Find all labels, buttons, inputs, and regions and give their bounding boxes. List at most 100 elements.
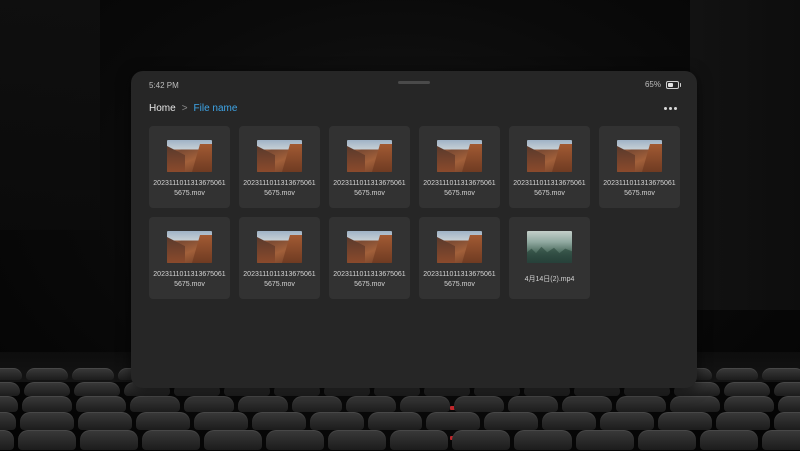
seat bbox=[72, 368, 114, 380]
video-thumbnail-canyon bbox=[617, 140, 662, 172]
chevron-right-icon: > bbox=[181, 103, 188, 114]
seat bbox=[78, 412, 132, 430]
file-name-line-2: 5675.mov bbox=[624, 189, 655, 197]
seat bbox=[600, 412, 654, 430]
seat bbox=[454, 396, 504, 412]
seat bbox=[238, 396, 288, 412]
seat-row bbox=[0, 412, 800, 430]
file-name: 2023111011313675061 5675.mov bbox=[241, 179, 319, 198]
file-name-line-2: 5675.mov bbox=[174, 280, 205, 288]
file-name: 2023111011313675061 5675.mov bbox=[421, 270, 499, 289]
seat bbox=[80, 430, 138, 450]
file-tile[interactable]: 2023111011313675061 5675.mov bbox=[419, 126, 500, 208]
file-name-line-2: 5675.mov bbox=[354, 280, 385, 288]
seat bbox=[508, 396, 558, 412]
file-browser-window: 5:42 PM 65% Home > File name 20231110113… bbox=[131, 71, 697, 388]
file-name-line-2: 5675.mov bbox=[444, 280, 475, 288]
battery-status: 65% bbox=[644, 80, 681, 89]
dot bbox=[669, 107, 672, 110]
file-name-line-2: 5675.mov bbox=[174, 189, 205, 197]
dot bbox=[674, 107, 677, 110]
file-name-line-1: 2023111011313675061 bbox=[333, 271, 406, 278]
file-name-line-1: 2023111011313675061 bbox=[423, 271, 496, 278]
status-time: 5:42 PM bbox=[149, 81, 179, 90]
breadcrumb-home[interactable]: Home bbox=[149, 103, 176, 114]
right-wall-shadow bbox=[690, 0, 800, 310]
file-name-line-2: 5675.mov bbox=[534, 189, 565, 197]
seat bbox=[400, 396, 450, 412]
file-name-line-1: 4月14日(2).mp4 bbox=[524, 276, 575, 283]
seat bbox=[724, 396, 774, 412]
window-drag-handle[interactable] bbox=[398, 81, 430, 84]
seat bbox=[0, 412, 16, 430]
seat bbox=[266, 430, 324, 450]
file-name-line-1: 2023111011313675061 bbox=[153, 180, 226, 187]
seat bbox=[778, 396, 800, 412]
seat bbox=[700, 430, 758, 450]
seat bbox=[346, 396, 396, 412]
video-thumbnail-canyon bbox=[437, 231, 482, 263]
seat bbox=[658, 412, 712, 430]
file-name: 2023111011313675061 5675.mov bbox=[331, 179, 409, 198]
video-thumbnail-canyon bbox=[257, 140, 302, 172]
file-name-line-2: 5675.mov bbox=[264, 189, 295, 197]
seat bbox=[24, 382, 70, 396]
seat bbox=[762, 430, 800, 450]
file-name-line-2: 5675.mov bbox=[354, 189, 385, 197]
battery-icon bbox=[666, 80, 681, 89]
seat bbox=[204, 430, 262, 450]
seat bbox=[762, 368, 800, 380]
file-tile[interactable]: 2023111011313675061 5675.mov bbox=[419, 217, 500, 299]
file-tile[interactable]: 2023111011313675061 5675.mov bbox=[329, 126, 410, 208]
video-thumbnail-canyon bbox=[347, 231, 392, 263]
file-name-line-1: 2023111011313675061 bbox=[423, 180, 496, 187]
seat bbox=[76, 396, 126, 412]
seat-row bbox=[0, 430, 800, 450]
file-tile[interactable]: 2023111011313675061 5675.mov bbox=[599, 126, 680, 208]
file-tile[interactable]: 2023111011313675061 5675.mov bbox=[239, 126, 320, 208]
file-name-line-1: 2023111011313675061 bbox=[603, 180, 676, 187]
file-name-line-2: 5675.mov bbox=[444, 189, 475, 197]
file-grid: 2023111011313675061 5675.mov 2023111011313… bbox=[149, 126, 681, 299]
seat bbox=[542, 412, 596, 430]
seat bbox=[20, 412, 74, 430]
video-thumbnail-canyon bbox=[257, 231, 302, 263]
file-tile[interactable]: 4月14日(2).mp4 bbox=[509, 217, 590, 299]
file-name-line-1: 2023111011313675061 bbox=[243, 271, 316, 278]
file-name: 2023111011313675061 5675.mov bbox=[151, 179, 229, 198]
seat bbox=[368, 412, 422, 430]
file-tile[interactable]: 2023111011313675061 5675.mov bbox=[239, 217, 320, 299]
seat bbox=[0, 430, 14, 450]
breadcrumb: Home > File name bbox=[149, 103, 237, 114]
video-thumbnail-canyon bbox=[347, 140, 392, 172]
video-thumbnail-canyon bbox=[167, 140, 212, 172]
seat bbox=[0, 368, 22, 380]
seat bbox=[130, 396, 180, 412]
seat bbox=[576, 430, 634, 450]
file-tile[interactable]: 2023111011313675061 5675.mov bbox=[329, 217, 410, 299]
file-name: 4月14日(2).mp4 bbox=[511, 275, 589, 285]
seat bbox=[26, 368, 68, 380]
file-name: 2023111011313675061 5675.mov bbox=[241, 270, 319, 289]
breadcrumb-current[interactable]: File name bbox=[194, 103, 238, 114]
more-vertical-dots-icon[interactable] bbox=[664, 107, 677, 110]
battery-percent: 65% bbox=[644, 80, 661, 89]
seat bbox=[194, 412, 248, 430]
file-name: 2023111011313675061 5675.mov bbox=[331, 270, 409, 289]
seat bbox=[716, 412, 770, 430]
file-tile[interactable]: 2023111011313675061 5675.mov bbox=[149, 217, 230, 299]
file-tile[interactable]: 2023111011313675061 5675.mov bbox=[509, 126, 590, 208]
theater-background: 5:42 PM 65% Home > File name 20231110113… bbox=[0, 0, 800, 451]
seat bbox=[310, 412, 364, 430]
seat bbox=[484, 412, 538, 430]
file-name-line-1: 2023111011313675061 bbox=[243, 180, 316, 187]
file-name-line-1: 2023111011313675061 bbox=[153, 271, 226, 278]
seat bbox=[22, 396, 72, 412]
seat bbox=[0, 396, 18, 412]
video-thumbnail-forest bbox=[527, 231, 572, 263]
file-name: 2023111011313675061 5675.mov bbox=[421, 179, 499, 198]
video-thumbnail-canyon bbox=[437, 140, 482, 172]
seat bbox=[514, 430, 572, 450]
file-tile[interactable]: 2023111011313675061 5675.mov bbox=[149, 126, 230, 208]
left-wall-shadow bbox=[0, 0, 100, 230]
